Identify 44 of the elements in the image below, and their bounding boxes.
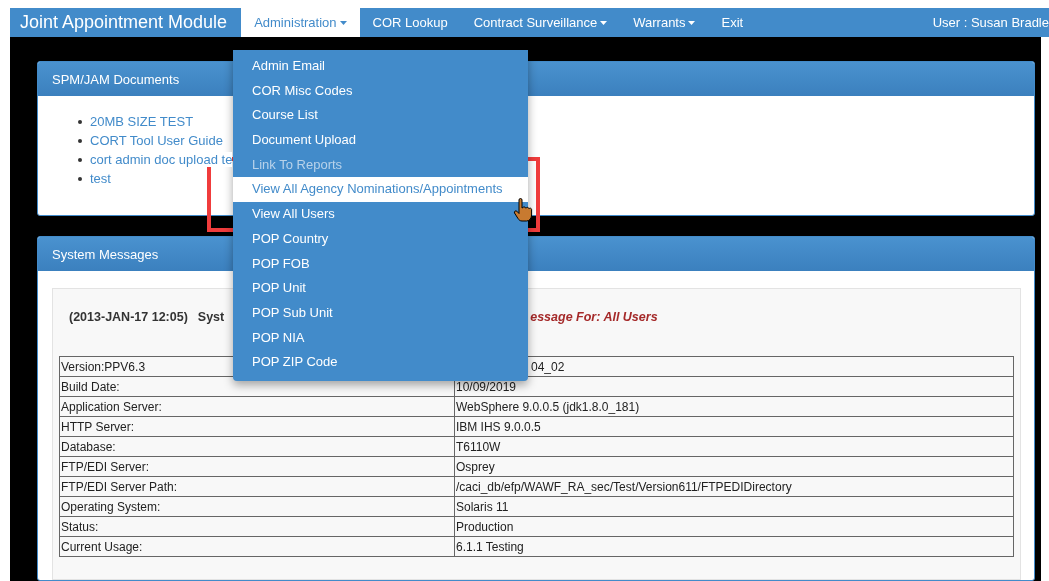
bullet-icon xyxy=(78,138,82,143)
bullet-icon xyxy=(78,157,82,162)
table-cell: FTP/EDI Server: xyxy=(59,456,455,477)
table-cell: T6110W xyxy=(454,436,1014,457)
table-cell: Current Usage: xyxy=(59,536,455,557)
table-cell: Production xyxy=(454,516,1014,537)
document-link[interactable]: cort admin doc upload te xyxy=(90,152,233,167)
caret-icon xyxy=(339,20,347,25)
table-cell: FTP/EDI Server Path: xyxy=(59,476,455,497)
table-cell: 6.1.1 Testing xyxy=(454,536,1014,557)
nav-menu-item[interactable]: Administration xyxy=(241,8,360,37)
bullet-icon xyxy=(78,176,82,181)
table-cell: Solaris 11 xyxy=(454,496,1014,517)
nav-menu-item[interactable]: COR Lookup xyxy=(359,8,461,37)
dropdown-item[interactable]: POP NIA xyxy=(233,325,528,351)
nav-menu-item[interactable]: Exit xyxy=(708,8,757,37)
nav-menu-item[interactable]: Warrants xyxy=(620,8,709,37)
dropdown-item[interactable]: Document Upload xyxy=(233,128,528,153)
message-subject: Syst xyxy=(197,310,225,324)
caret-icon xyxy=(688,20,696,25)
table-cell: WebSphere 9.0.0.5 (jdk1.8.0_181) xyxy=(454,396,1014,417)
table-cell: Status: xyxy=(59,516,455,537)
document-link[interactable]: test xyxy=(90,171,111,186)
table-cell: Application Server: xyxy=(59,396,455,417)
table-cell: HTTP Server: xyxy=(59,416,455,437)
table-cell: IBM IHS 9.0.0.5 xyxy=(454,416,1014,437)
message-audience: essage For: All Users xyxy=(530,310,658,324)
table-cell: Database: xyxy=(59,436,455,457)
message-timestamp: (2013-JAN-17 12:05) xyxy=(69,310,188,324)
hand-cursor-icon xyxy=(513,198,533,222)
document-link[interactable]: 20MB SIZE TEST xyxy=(90,114,194,129)
table-cell: Operating System: xyxy=(59,496,455,517)
table-cell: /caci_db/efp/WAWF_RA_sec/Test/Version611/FTPEDIDirectory xyxy=(454,476,1014,497)
app-title[interactable]: Joint Appointment Module xyxy=(10,8,242,37)
table-cell: Osprey xyxy=(454,456,1014,477)
dropdown-item[interactable]: POP Sub Unit xyxy=(233,300,528,326)
document-link[interactable]: CORT Tool User Guide xyxy=(90,133,223,148)
nav-menu-item[interactable]: Contract Surveillance xyxy=(460,8,621,37)
user-name: User : Susan Bradle xyxy=(932,14,1049,32)
dropdown-item[interactable]: Course List xyxy=(233,103,528,129)
bullet-icon xyxy=(78,119,82,124)
dropdown-item[interactable]: View All Agency Nominations/Appointments xyxy=(233,177,528,203)
caret-icon xyxy=(600,20,608,25)
dropdown-item[interactable]: POP Unit xyxy=(233,276,528,301)
